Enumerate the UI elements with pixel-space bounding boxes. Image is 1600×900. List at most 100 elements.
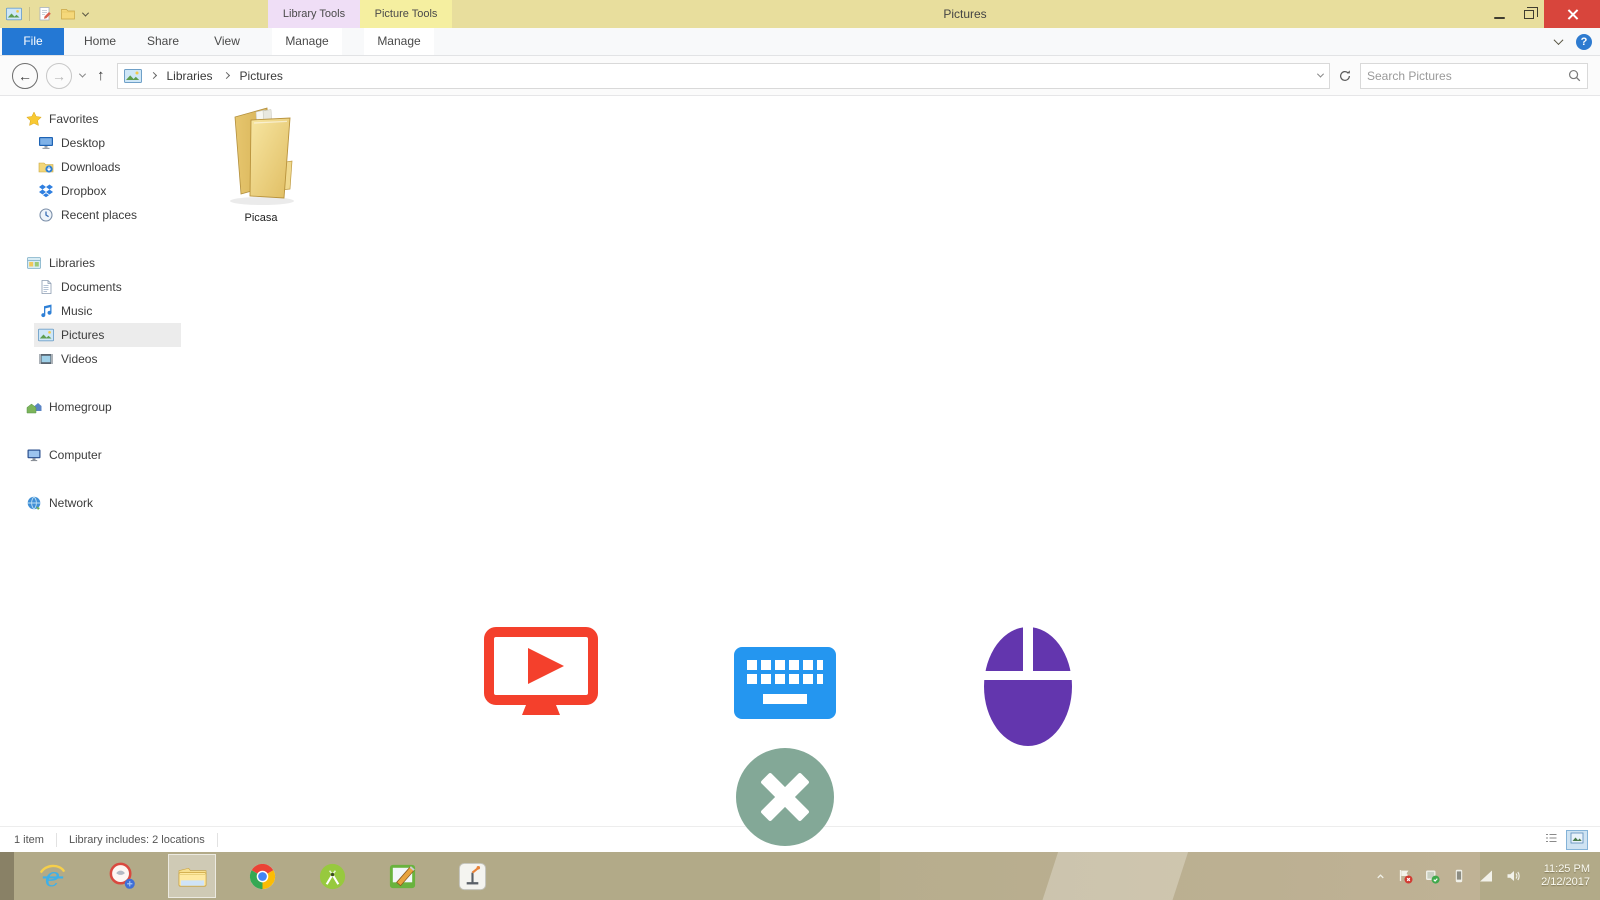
sidebar-item-network[interactable]: Network [24,491,181,515]
remote-keyboard-icon[interactable] [734,647,836,719]
help-icon[interactable]: ? [1576,33,1592,50]
screen: Library Tools Picture Tools Pictures Fil… [0,0,1600,900]
forward-button[interactable]: → [46,62,72,89]
taskbar-android-studio[interactable] [308,854,356,898]
taskbar-clock[interactable]: 11:25 PM 2/12/2017 [1532,863,1590,889]
sidebar-item-downloads[interactable]: Downloads [34,155,181,179]
screen-cast-play-icon[interactable] [484,627,598,719]
up-button[interactable]: ↑ [93,67,109,84]
star-icon [26,111,42,127]
sidebar-section-network: Network [0,491,181,515]
disconnect-close-icon[interactable] [736,748,834,846]
expand-ribbon-chevron-icon[interactable] [1553,35,1564,46]
sidebar-item-label: Documents [61,280,122,294]
sidebar-item-label: Recent places [61,208,138,222]
back-button[interactable]: ← [12,62,38,89]
library-info: Library includes: 2 locations [68,833,205,846]
search-box[interactable] [1360,62,1588,89]
search-icon[interactable] [1568,69,1581,82]
taskbar-java-app[interactable] [448,854,496,898]
camera-app-icon [107,861,138,892]
taskbar-internet-explorer[interactable]: e [28,854,76,898]
customize-qat-chevron-icon[interactable] [81,9,90,17]
breadcrumb-separator-icon [149,71,157,80]
homegroup-icon [26,399,42,415]
folder-item-picasa[interactable]: Picasa [214,99,308,224]
sidebar-item-favorites[interactable]: Favorites [24,107,181,131]
breadcrumb-pictures[interactable]: Pictures [238,69,285,83]
search-input[interactable] [1367,68,1568,83]
address-bar-row: ← → ↑ Libraries Pictures [0,56,1600,96]
remote-mouse-icon[interactable] [984,627,1072,746]
qat-divider [29,7,30,21]
restore-button[interactable] [1514,0,1544,28]
tab-home[interactable]: Home [74,28,126,55]
refresh-icon[interactable] [1338,69,1352,83]
taskbar-file-explorer[interactable] [168,854,216,898]
tray-device-icon[interactable] [1451,868,1467,884]
sidebar-item-computer[interactable]: Computer [24,443,181,467]
sidebar-item-label: Homegroup [49,400,112,414]
tray-icons [1375,868,1521,884]
android-studio-icon [317,861,348,892]
sidebar-item-documents[interactable]: Documents [34,275,181,299]
tab-file[interactable]: File [2,28,64,55]
sidebar-item-recent-places[interactable]: Recent places [34,203,181,227]
music-icon [38,303,54,319]
details-view-icon [1543,830,1559,849]
system-tray: 11:25 PM 2/12/2017 [1375,863,1600,889]
minimize-button[interactable] [1484,0,1514,28]
sidebar-item-music[interactable]: Music [34,299,181,323]
thumbnail-view-button[interactable] [1566,829,1588,850]
close-button[interactable] [1544,0,1600,28]
sidebar-item-label: Desktop [61,136,106,150]
breadcrumb-separator-icon [222,71,230,80]
tab-view[interactable]: View [202,28,252,55]
status-divider [216,832,218,847]
taskbar-image-editor[interactable] [378,854,426,898]
tray-action-center-icon[interactable] [1397,868,1413,884]
contextual-tab-picture-tools[interactable]: Picture Tools [360,0,452,28]
chrome-icon [247,861,278,892]
sidebar-item-pictures[interactable]: Pictures [34,323,181,347]
taskbar: e 11:25 PM 2/12/2017 [0,852,1600,900]
taskbar-chrome[interactable] [238,854,286,898]
java-app-icon [457,861,488,892]
taskbar-camera-app[interactable] [98,854,146,898]
sidebar-item-label: Music [61,304,93,318]
clock-date: 2/12/2017 [1541,876,1590,888]
address-bar[interactable]: Libraries Pictures [116,62,1330,89]
documents-icon [38,279,54,295]
details-view-button[interactable] [1540,830,1562,850]
sidebar-item-dropbox[interactable]: Dropbox [34,179,181,203]
contextual-tab-library-tools[interactable]: Library Tools [268,0,360,28]
ribbon-tab-row: File Home Share View Manage Manage ? [0,28,1600,56]
downloads-icon [38,159,54,175]
folder-content[interactable]: Picasa [181,97,1600,826]
tray-updates-icon[interactable] [1424,868,1440,884]
tray-network-signal-icon[interactable] [1478,868,1494,884]
sidebar-item-label: Network [49,496,94,510]
sidebar-item-desktop[interactable]: Desktop [34,131,181,155]
address-dropdown-chevron-icon[interactable] [1316,70,1325,78]
explorer-window-icon[interactable] [6,6,22,22]
tray-hidden-icons-icon[interactable] [1375,871,1386,882]
recent-icon [38,207,54,223]
taskbar-wallpaper-band [1038,852,1192,900]
sidebar-item-libraries[interactable]: Libraries [24,251,181,275]
sidebar-item-homegroup[interactable]: Homegroup [24,395,181,419]
tab-share[interactable]: Share [136,28,190,55]
quick-access-toolbar [6,0,90,28]
recent-locations-chevron-icon[interactable] [78,70,87,78]
sidebar-item-label: Favorites [49,112,99,126]
properties-icon[interactable] [37,6,53,22]
tab-manage-picture[interactable]: Manage [364,28,434,55]
new-folder-icon[interactable] [60,6,76,22]
breadcrumb-libraries[interactable]: Libraries [165,69,215,83]
tray-volume-icon[interactable] [1505,868,1521,884]
sidebar-item-videos[interactable]: Videos [34,347,181,371]
sidebar-item-label: Videos [61,352,98,366]
tab-manage-library[interactable]: Manage [272,28,342,55]
taskbar-apps: e [0,852,518,900]
sidebar-section-favorites: Favorites Desktop Downloads Dropbox Recent p… [0,107,181,227]
